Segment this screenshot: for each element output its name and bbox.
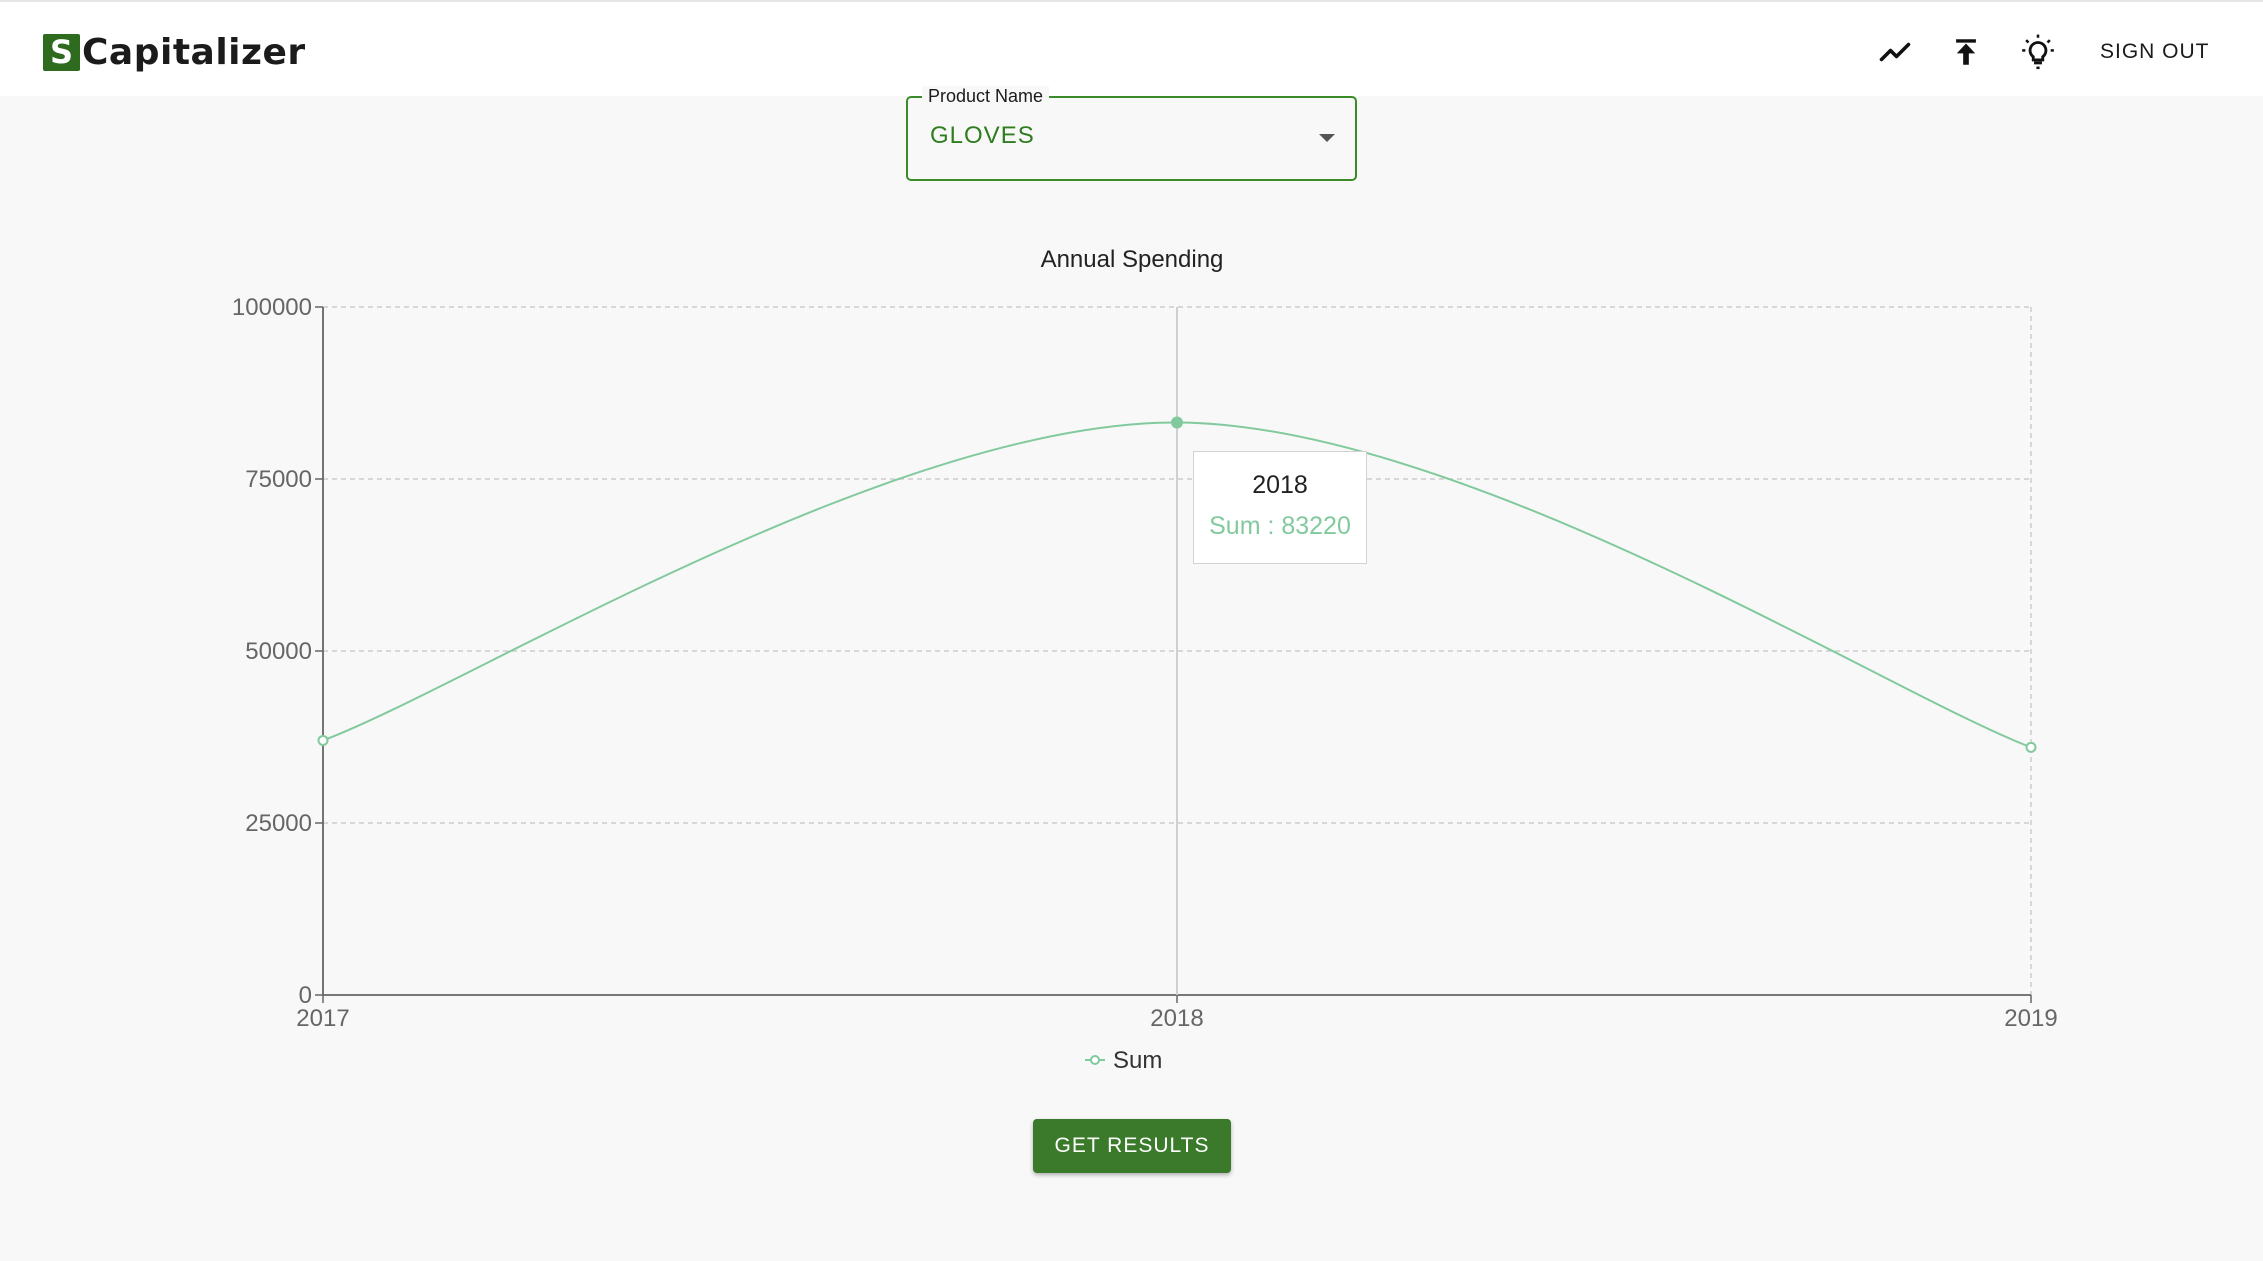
- data-point: [317, 734, 329, 746]
- get-results-button[interactable]: GET RESULTS: [1033, 1119, 1231, 1173]
- y-tick-label: 50000: [245, 638, 312, 665]
- data-point: [1171, 416, 1183, 429]
- x-tick-label: 2017: [296, 1005, 349, 1032]
- y-tick-label: 25000: [245, 810, 312, 837]
- x-tick-label: 2019: [2004, 1005, 2057, 1032]
- legend-swatch-dot: [1090, 1055, 1100, 1065]
- chart-tooltip: 2018 Sum : 83220: [1193, 451, 1367, 564]
- y-tick-label: 100000: [232, 294, 312, 321]
- y-tick-label: 75000: [245, 466, 312, 493]
- tooltip-title: 2018: [1252, 471, 1308, 499]
- data-point: [2025, 741, 2037, 753]
- annual-spending-chart: Annual Spending0250005000075000100000201…: [232, 246, 2058, 1074]
- x-tick-label: 2018: [1150, 1005, 1203, 1032]
- chart-title: Annual Spending: [1041, 246, 1224, 273]
- tooltip-value: Sum : 83220: [1209, 512, 1351, 540]
- legend-label-sum: Sum: [1113, 1047, 1162, 1074]
